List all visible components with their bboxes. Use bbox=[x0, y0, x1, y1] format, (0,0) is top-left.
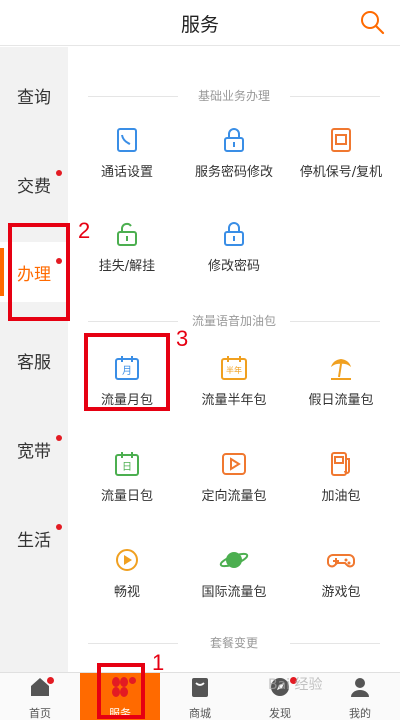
beach-icon bbox=[331, 359, 351, 380]
section-title-plan: 套餐变更 bbox=[88, 634, 380, 651]
baidu-watermark: Bai 经验 bbox=[268, 677, 323, 693]
fuel-icon bbox=[331, 452, 350, 476]
tile-label: 加油包 bbox=[321, 489, 361, 504]
svg-text:半年: 半年 bbox=[226, 365, 242, 375]
unlock-icon bbox=[117, 222, 137, 246]
annotation-box-3 bbox=[84, 333, 170, 411]
video-icon bbox=[116, 549, 138, 571]
tile-change-password[interactable]: 修改密码 bbox=[179, 221, 289, 291]
tile-label: 服务密码修改 bbox=[194, 165, 273, 180]
tile-halfyear-data[interactable]: 半年 流量半年包 bbox=[179, 355, 289, 425]
calendar-halfyear-icon: 半年 bbox=[221, 356, 247, 380]
app-screen: 服务 查询 交费 办理 客服 宽带 生活 基础业务办理 通话设置 服务密码修改 … bbox=[0, 0, 400, 720]
tile-fuel-pack[interactable]: 加油包 bbox=[286, 451, 396, 521]
sidebar-item-label: 客服 bbox=[17, 352, 51, 373]
top-header: 服务 bbox=[0, 0, 400, 46]
lock-edit-icon bbox=[224, 222, 244, 246]
tile-service-password[interactable]: 服务密码修改 bbox=[179, 127, 289, 197]
tile-label: 定向流量包 bbox=[201, 489, 267, 504]
lock-icon bbox=[224, 128, 244, 152]
gamepad-icon bbox=[327, 554, 355, 568]
planet-icon bbox=[219, 552, 249, 568]
tile-video[interactable]: 畅视 bbox=[72, 547, 182, 617]
tab-label: 发现 bbox=[269, 707, 291, 720]
notification-dot bbox=[56, 435, 62, 441]
phone-settings-icon bbox=[117, 128, 137, 152]
tile-label: 畅视 bbox=[113, 585, 140, 600]
annotation-box-2 bbox=[8, 223, 70, 321]
notification-dot bbox=[56, 170, 62, 176]
tile-label: 流量半年包 bbox=[201, 393, 267, 408]
sidebar-item-broadband[interactable]: 宽带 bbox=[0, 419, 68, 479]
annotation-number-3: 3 bbox=[176, 326, 189, 351]
sidebar-item-label: 宽带 bbox=[17, 441, 51, 462]
tile-call-settings[interactable]: 通话设置 bbox=[72, 127, 182, 197]
notification-dot bbox=[47, 677, 54, 684]
section-title-basic: 基础业务办理 bbox=[88, 87, 380, 104]
annotation-number-1: 1 bbox=[152, 650, 165, 675]
sidebar-item-label: 查询 bbox=[17, 87, 51, 108]
sidebar-item-label: 生活 bbox=[17, 530, 51, 551]
tab-shop[interactable]: 商城 bbox=[160, 673, 240, 720]
tile-holiday-data[interactable]: 假日流量包 bbox=[286, 355, 396, 425]
tile-international-data[interactable]: 国际流量包 bbox=[179, 547, 289, 617]
tile-label: 国际流量包 bbox=[201, 585, 267, 600]
tab-home[interactable]: 首页 bbox=[0, 673, 80, 720]
calendar-day-icon: 日 bbox=[115, 452, 139, 476]
category-sidebar: 查询 交费 办理 客服 宽带 生活 bbox=[0, 47, 68, 672]
tile-label: 挂失/解挂 bbox=[98, 259, 156, 274]
play-icon bbox=[222, 453, 246, 475]
page-title: 服务 bbox=[180, 14, 219, 36]
sidebar-item-label: 交费 bbox=[17, 176, 51, 197]
notification-dot bbox=[56, 524, 62, 530]
active-indicator bbox=[0, 248, 4, 296]
annotation-box-1 bbox=[97, 663, 145, 719]
tile-daily-data[interactable]: 日 流量日包 bbox=[72, 451, 182, 521]
tile-game-pack[interactable]: 游戏包 bbox=[286, 547, 396, 617]
sidebar-item-payment[interactable]: 交费 bbox=[0, 154, 68, 214]
svg-text:日: 日 bbox=[122, 462, 132, 473]
tab-label: 首页 bbox=[29, 707, 51, 720]
tile-label: 假日流量包 bbox=[308, 393, 374, 408]
tile-label: 流量日包 bbox=[100, 489, 153, 504]
sidebar-item-query[interactable]: 查询 bbox=[0, 65, 68, 125]
tab-label: 商城 bbox=[189, 707, 211, 720]
section-title-data: 流量语音加油包 bbox=[88, 312, 380, 329]
tile-directed-data[interactable]: 定向流量包 bbox=[179, 451, 289, 521]
tile-label: 游戏包 bbox=[321, 585, 361, 600]
search-icon bbox=[361, 11, 385, 35]
sidebar-item-service[interactable]: 客服 bbox=[0, 330, 68, 390]
search-button[interactable] bbox=[358, 8, 386, 36]
tile-label: 停机保号/复机 bbox=[299, 165, 383, 180]
sidebar-item-life[interactable]: 生活 bbox=[0, 508, 68, 568]
tile-label: 修改密码 bbox=[207, 259, 260, 274]
tile-label: 通话设置 bbox=[100, 165, 153, 180]
annotation-number-2: 2 bbox=[78, 218, 91, 243]
shop-icon bbox=[192, 678, 208, 697]
sim-suspend-icon bbox=[331, 128, 351, 152]
tab-label: 我的 bbox=[349, 707, 371, 720]
tile-suspend-resume[interactable]: 停机保号/复机 bbox=[286, 127, 396, 197]
